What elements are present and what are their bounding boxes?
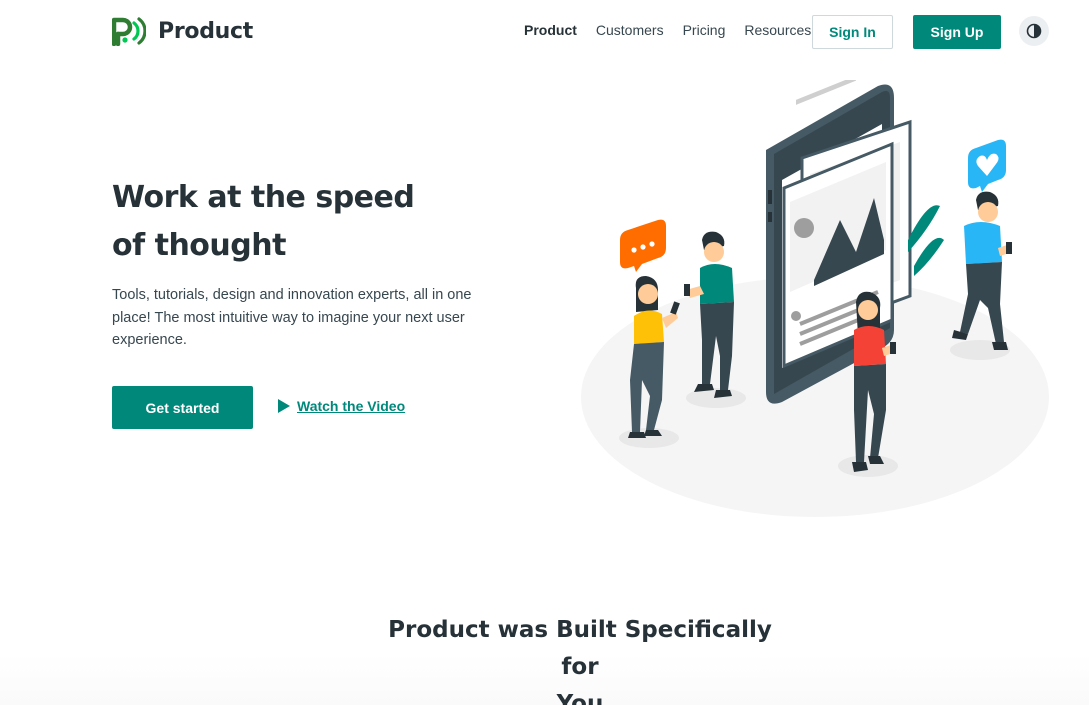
hero-title-line1: Work at the speed — [112, 180, 415, 215]
hero-description: Tools, tutorials, design and innovation … — [112, 287, 472, 348]
sign-up-button[interactable]: Sign Up — [913, 15, 1001, 49]
features-section-title: Product was Built Specifically for You — [370, 612, 790, 705]
brand-name: Product — [158, 18, 253, 44]
features-title-line1: Product was Built Specifically for — [388, 617, 772, 680]
main-nav: Product Customers Pricing Resources — [524, 22, 811, 38]
nav-item-customers[interactable]: Customers — [596, 22, 664, 38]
contrast-icon — [1026, 23, 1042, 39]
people-using-phones-illustration — [581, 80, 1049, 517]
watch-video-link[interactable]: Watch the Video — [277, 398, 405, 414]
get-started-button[interactable]: Get started — [112, 386, 253, 429]
hero-title-line2: of thought — [112, 228, 286, 263]
header: Product Product Customers Pricing Resour… — [0, 0, 1089, 64]
sign-in-button[interactable]: Sign In — [812, 15, 893, 49]
heart-bubble-icon — [968, 139, 1006, 192]
nav-item-pricing[interactable]: Pricing — [683, 22, 726, 38]
nav-item-resources[interactable]: Resources — [744, 22, 811, 38]
hero-title: Work at the speed of thought — [112, 174, 452, 270]
watch-video-label: Watch the Video — [297, 398, 406, 414]
product-logo-icon — [112, 17, 146, 46]
nav-item-product[interactable]: Product — [524, 22, 577, 38]
chat-bubble-icon — [620, 219, 666, 272]
brand-logo[interactable]: Product — [112, 16, 253, 46]
theme-toggle-button[interactable] — [1019, 16, 1049, 46]
features-title-line2: You — [556, 691, 604, 705]
play-icon — [278, 399, 290, 413]
